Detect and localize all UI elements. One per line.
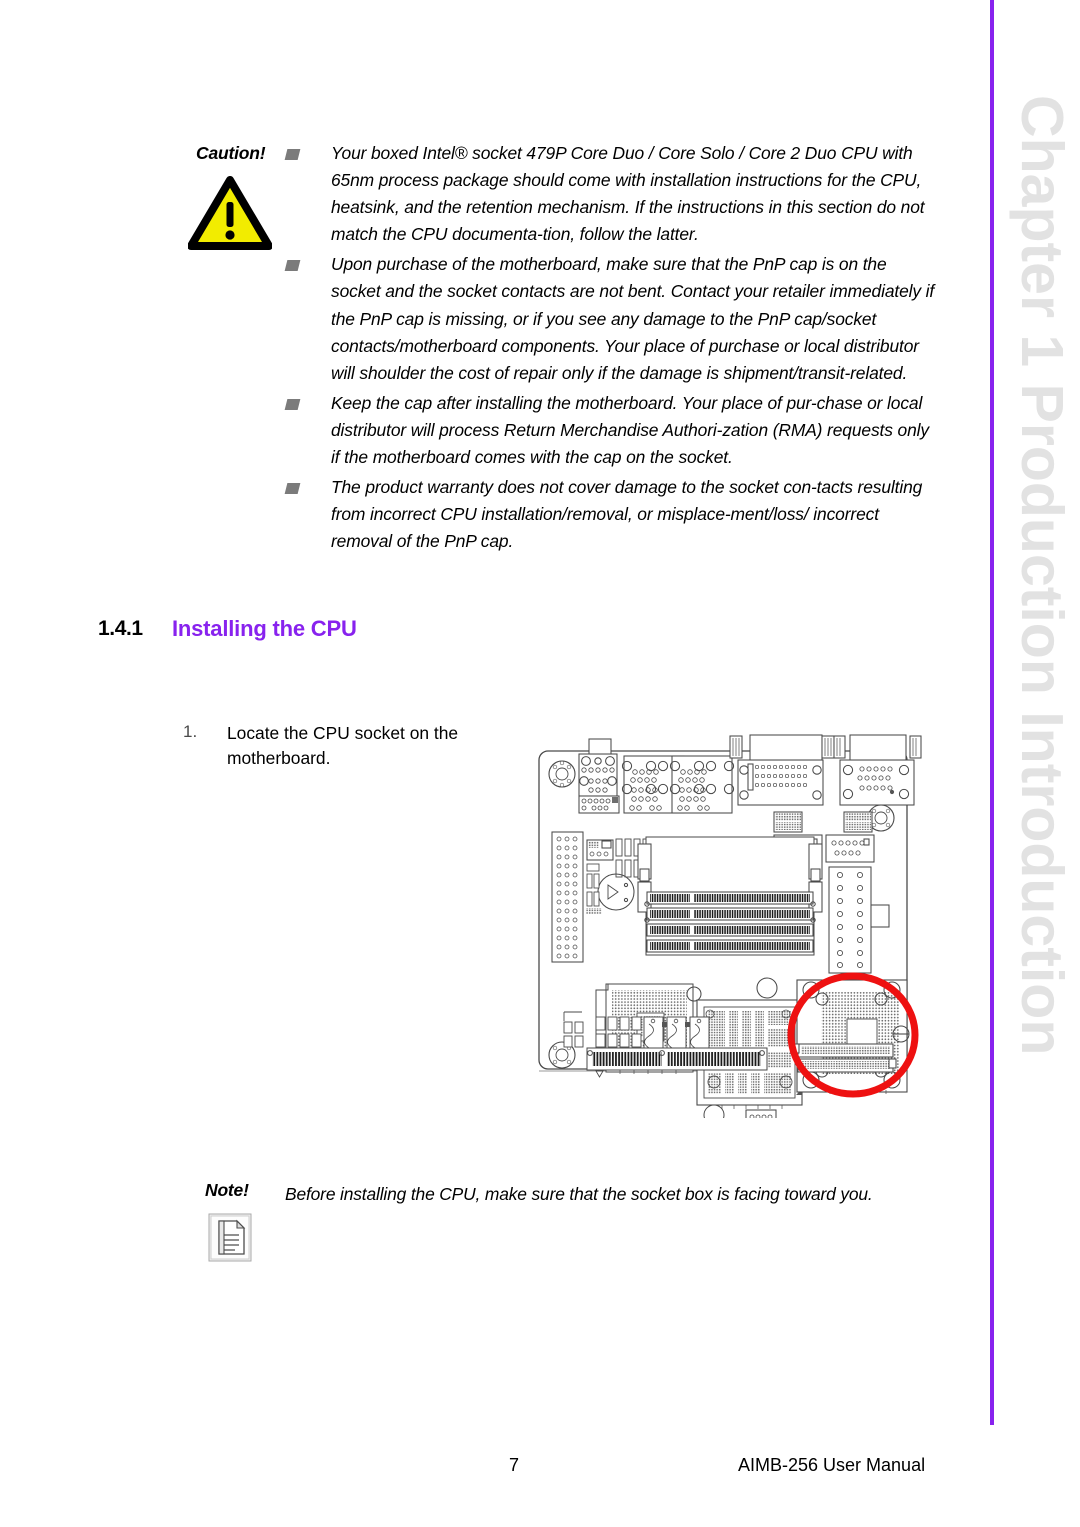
step-number: 1. [183,722,198,741]
list-item: The product warranty does not cover dama… [284,474,936,555]
square-bullet-icon [284,483,301,495]
footer-page-number: 7 [509,1455,520,1475]
caution-item-text: Upon purchase of the motherboard, make s… [331,254,935,383]
chapter-rail-label: Chapter 1 Production Introduction [1009,95,1075,1056]
document-page: Chapter 1 Production Introduction Cautio… [0,0,1080,1527]
square-bullet-icon [284,398,301,410]
square-bullet-icon [284,149,301,160]
warning-triangle-icon [187,176,273,250]
caution-item-text: Your boxed Intel® socket 479P Core Duo /… [331,143,925,245]
square-bullet-icon [284,260,301,272]
page-title: Installing the CPU [172,616,357,641]
note-text: Before installing the CPU, make sure tha… [285,1184,873,1204]
list-item: Keep the cap after installing the mother… [284,390,936,471]
chapter-rail-accent-line [990,0,994,1425]
motherboard-diagram [534,722,926,1126]
caution-list: Your boxed Intel® socket 479P Core Duo /… [284,140,936,558]
caution-item-text: Keep the cap after installing the mother… [331,392,929,468]
document-note-icon [208,1213,252,1262]
step-text: Locate the CPU socket on the motherboard… [227,723,459,768]
list-item: Upon purchase of the motherboard, make s… [284,251,936,386]
chapter-rail: Chapter 1 Production Introduction [1003,95,1077,1055]
footer-manual-title: AIMB-256 User Manual [738,1455,926,1475]
note-label: Note! [205,1180,249,1200]
list-item: Your boxed Intel® socket 479P Core Duo /… [284,140,936,248]
section-number: 1.4.1 [98,617,143,640]
caution-label: Caution! [196,143,266,163]
caution-item-text: The product warranty does not cover dama… [331,477,923,552]
